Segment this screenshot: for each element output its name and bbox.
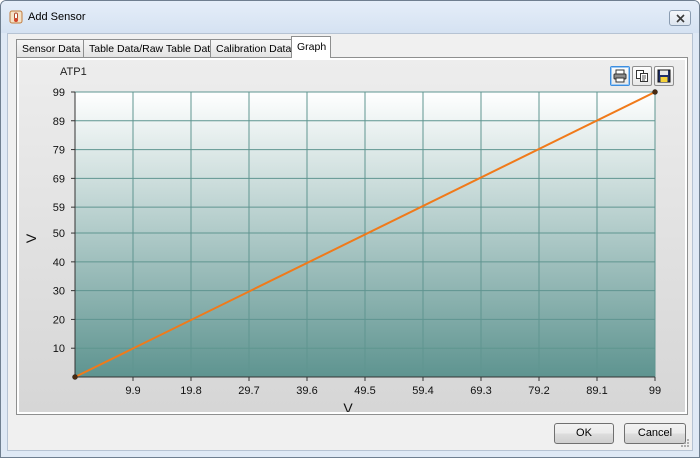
x-tick-label: 69.3 [470, 385, 491, 397]
close-button[interactable] [669, 10, 691, 26]
cancel-button-label: Cancel [637, 427, 673, 439]
x-tick-label: 49.5 [354, 385, 375, 397]
tab-table-data[interactable]: Table Data/Raw Table Data [83, 39, 216, 57]
save-button[interactable] [654, 66, 674, 86]
data-point [72, 374, 78, 380]
tab-calibration-data[interactable]: Calibration Data [210, 39, 292, 57]
ok-button[interactable]: OK [554, 423, 614, 444]
tab-graph[interactable]: Graph [291, 36, 331, 58]
y-tick-label: 50 [53, 228, 65, 240]
y-tick-label: 10 [53, 343, 65, 355]
tab-label: Sensor Data [22, 43, 81, 55]
y-tick-label: 99 [53, 87, 65, 99]
print-icon [613, 69, 627, 83]
title-bar[interactable]: Add Sensor [1, 1, 699, 33]
x-tick-label: 29.7 [238, 385, 259, 397]
y-tick-label: 59 [53, 202, 65, 214]
tab-label: Table Data/Raw Table Data [89, 43, 217, 55]
graph-panel: 9.9 19.8 29.7 39.6 49.5 59.4 69.3 79.2 89.1 99 10 2… [16, 57, 688, 415]
window-title: Add Sensor [28, 11, 86, 23]
copy-icon [636, 70, 648, 82]
close-icon [676, 14, 685, 23]
y-axis-label: V [23, 233, 39, 243]
data-point [652, 89, 658, 95]
x-tick-label: 89.1 [586, 385, 607, 397]
x-tick-label: 19.8 [180, 385, 201, 397]
tab-label: Calibration Data [216, 43, 292, 55]
line-chart: 9.9 19.8 29.7 39.6 49.5 59.4 69.3 79.2 89.1 99 10 2… [23, 87, 661, 412]
cancel-button[interactable]: Cancel [624, 423, 686, 444]
x-tick-label: 99 [649, 385, 661, 397]
x-tick-label: 9.9 [125, 385, 140, 397]
tab-sensor-data[interactable]: Sensor Data [16, 39, 84, 57]
y-tick-label: 69 [53, 173, 65, 185]
y-tick-label: 20 [53, 314, 65, 326]
x-tick-label: 59.4 [412, 385, 433, 397]
tab-label: Graph [297, 41, 327, 53]
y-tick-label: 40 [53, 257, 65, 269]
resize-grip-icon[interactable] [680, 438, 690, 448]
dialog-body: Sensor Data Table Data/Raw Table Data Ca… [7, 33, 693, 451]
x-axis-label: V [343, 400, 353, 412]
copy-button[interactable] [632, 66, 652, 86]
y-tick-label: 89 [53, 116, 65, 128]
add-sensor-window: Add Sensor Sensor Data Table Data/Raw Ta… [0, 0, 700, 458]
y-tick-label: 30 [53, 286, 65, 298]
save-icon [657, 69, 671, 83]
graph-area: 9.9 19.8 29.7 39.6 49.5 59.4 69.3 79.2 89.1 99 10 2… [19, 60, 685, 412]
x-tick-label: 79.2 [528, 385, 549, 397]
ok-button-label: OK [576, 427, 592, 439]
chart-title: ATP1 [60, 66, 87, 78]
x-tick-label: 39.6 [296, 385, 317, 397]
y-tick-label: 79 [53, 145, 65, 157]
print-button[interactable] [610, 66, 630, 86]
thermometer-icon [9, 10, 23, 24]
